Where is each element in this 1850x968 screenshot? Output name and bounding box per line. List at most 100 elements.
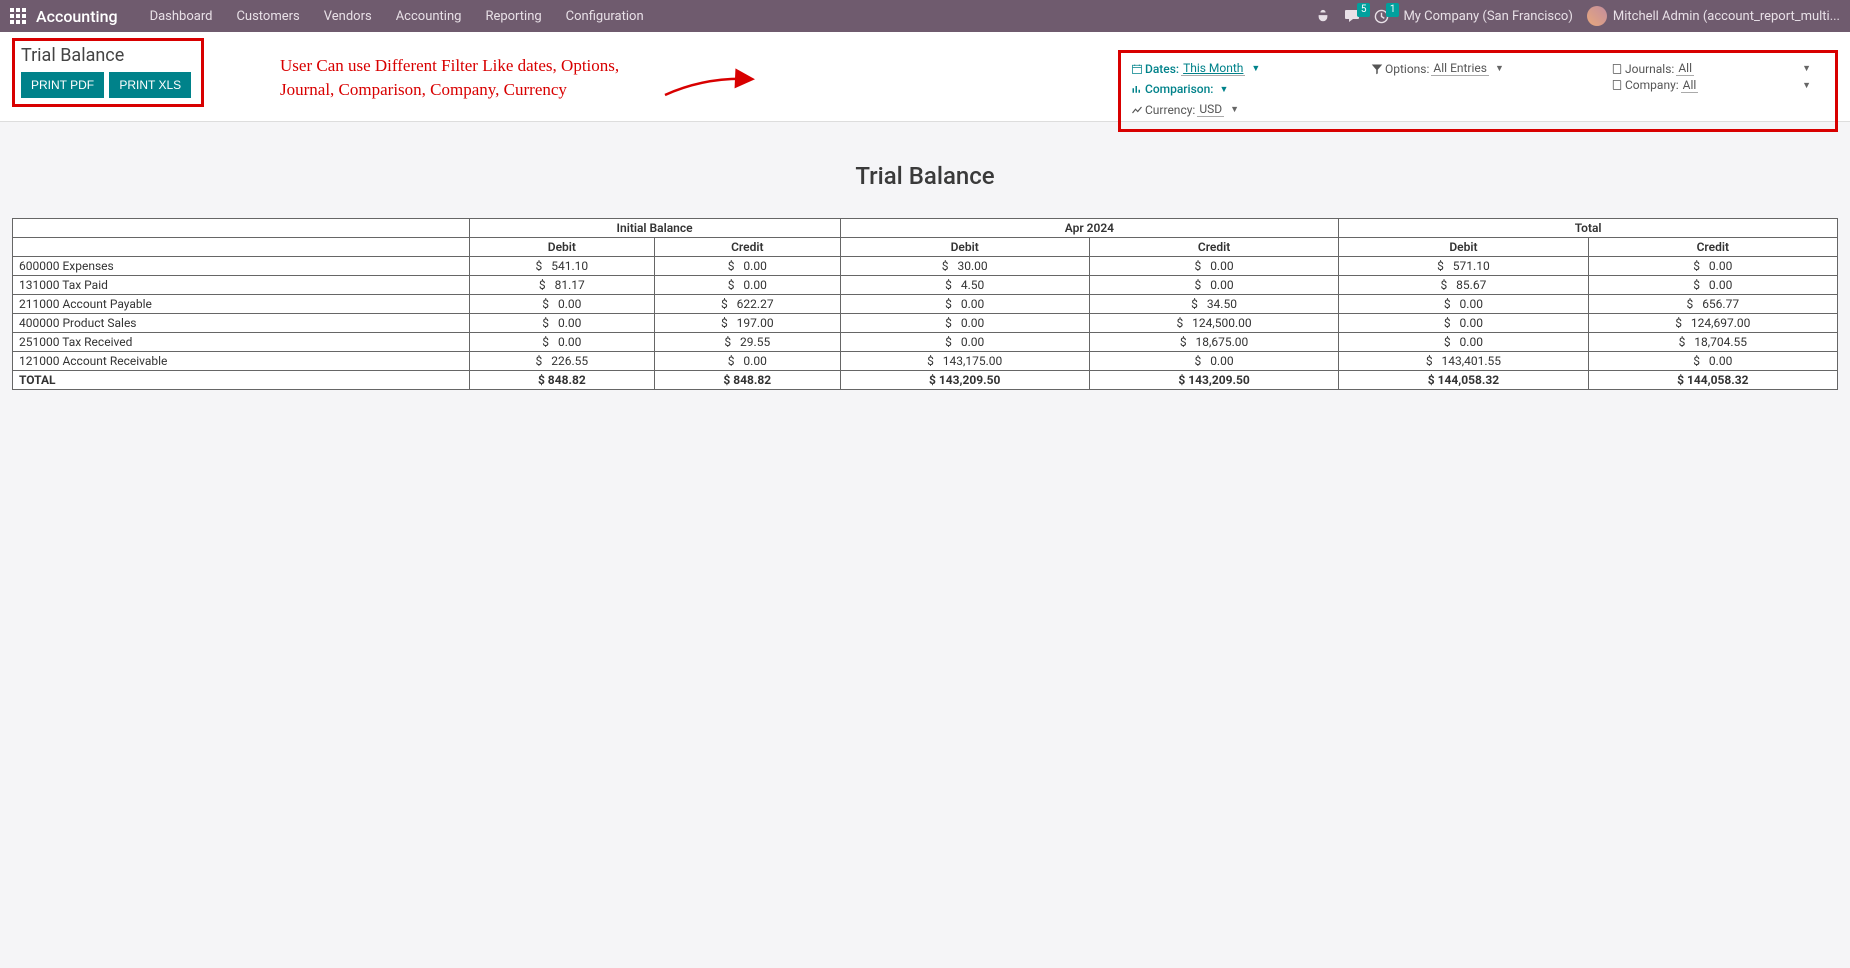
caret-down-icon: ▼ (1251, 63, 1260, 74)
table-cell: $ 124,697.00 (1588, 314, 1837, 333)
table-cell: $ 81.17 (469, 276, 654, 295)
table-cell: $ 143,401.55 (1339, 352, 1588, 371)
filter-company-value: All (1681, 78, 1699, 93)
sub-header-debit1: Debit (469, 238, 654, 257)
activity-icon[interactable]: 1 (1374, 9, 1389, 24)
book-icon (1611, 63, 1623, 75)
menu-customers[interactable]: Customers (224, 9, 311, 24)
filter-currency-value: USD (1197, 102, 1224, 117)
sub-header-empty (13, 238, 470, 257)
table-row: 600000 Expenses$ 541.10$ 0.00$ 30.00$ 0.… (13, 257, 1838, 276)
total-cell: $ 143,209.50 (1089, 371, 1338, 390)
table-cell: $ 0.00 (469, 314, 654, 333)
bug-icon[interactable] (1316, 9, 1330, 23)
print-xls-button[interactable]: PRINT XLS (109, 72, 191, 98)
table-cell: $ 656.77 (1588, 295, 1837, 314)
table-cell: $ 30.00 (840, 257, 1089, 276)
account-cell: 600000 Expenses (13, 257, 470, 276)
table-row: 131000 Tax Paid$ 81.17$ 0.00$ 4.50$ 0.00… (13, 276, 1838, 295)
activity-badge: 1 (1386, 3, 1400, 17)
app-brand[interactable]: Accounting (36, 7, 118, 26)
table-cell: $ 0.00 (1339, 314, 1588, 333)
filters-panel: Dates: This Month ▼ Options: All Entries… (1118, 50, 1838, 132)
table-cell: $ 541.10 (469, 257, 654, 276)
report-title: Trial Balance (12, 162, 1838, 190)
account-cell: 211000 Account Payable (13, 295, 470, 314)
table-cell: $ 0.00 (655, 352, 840, 371)
filter-comparison-label: Comparison: (1145, 82, 1213, 96)
filter-company-label: Company: (1625, 78, 1679, 92)
apps-icon[interactable] (10, 8, 26, 24)
menu-accounting[interactable]: Accounting (384, 9, 474, 24)
control-panel: Trial Balance PRINT PDF PRINT XLS User C… (0, 32, 1850, 122)
filter-currency-label: Currency: (1145, 103, 1195, 117)
bar-chart-icon (1131, 83, 1143, 95)
caret-down-icon: ▼ (1230, 104, 1239, 115)
discuss-badge: 5 (1357, 3, 1371, 17)
filter-options-value: All Entries (1431, 61, 1489, 76)
trial-balance-table: Initial Balance Apr 2024 Total Debit Cre… (12, 218, 1838, 390)
account-cell: 400000 Product Sales (13, 314, 470, 333)
table-cell: $ 0.00 (655, 257, 840, 276)
account-cell: 131000 Tax Paid (13, 276, 470, 295)
table-cell: $ 124,500.00 (1089, 314, 1338, 333)
table-cell: $ 0.00 (1089, 276, 1338, 295)
table-cell: $ 0.00 (1588, 352, 1837, 371)
filter-currency[interactable]: Currency: USD ▼ (1131, 102, 1371, 117)
caret-down-icon: ▼ (1495, 63, 1504, 74)
table-cell: $ 0.00 (655, 276, 840, 295)
filter-icon (1371, 63, 1383, 75)
sub-header-credit3: Credit (1588, 238, 1837, 257)
table-cell: $ 0.00 (840, 295, 1089, 314)
topbar-left: Accounting Dashboard Customers Vendors A… (0, 7, 656, 26)
filter-dates-value: This Month (1181, 61, 1245, 76)
table-cell: $ 622.27 (655, 295, 840, 314)
group-header-total: Total (1339, 219, 1838, 238)
total-cell: $ 848.82 (655, 371, 840, 390)
filter-dates[interactable]: Dates: This Month ▼ (1131, 61, 1371, 76)
table-cell: $ 0.00 (1089, 257, 1338, 276)
company-switcher[interactable]: My Company (San Francisco) (1403, 9, 1572, 24)
annotation-line2: Journal, Comparison, Company, Currency (280, 78, 619, 102)
report-area: Trial Balance Initial Balance Apr 2024 T… (0, 122, 1850, 410)
table-row: 251000 Tax Received$ 0.00$ 29.55$ 0.00$ … (13, 333, 1838, 352)
group-header-period: Apr 2024 (840, 219, 1339, 238)
table-cell: $ 4.50 (840, 276, 1089, 295)
user-name: Mitchell Admin (account_report_multi... (1613, 9, 1840, 24)
filter-company[interactable]: Company: All ▼ (1611, 74, 1811, 96)
filter-options[interactable]: Options: All Entries ▼ (1371, 61, 1611, 76)
table-cell: $ 197.00 (655, 314, 840, 333)
user-menu[interactable]: Mitchell Admin (account_report_multi... (1587, 6, 1840, 26)
menu-dashboard[interactable]: Dashboard (138, 9, 225, 24)
table-cell: $ 18,675.00 (1089, 333, 1338, 352)
total-cell: $ 144,058.32 (1588, 371, 1837, 390)
group-header-empty (13, 219, 470, 238)
total-label: TOTAL (13, 371, 470, 390)
caret-down-icon: ▼ (1802, 63, 1811, 74)
table-cell: $ 226.55 (469, 352, 654, 371)
title-block: Trial Balance PRINT PDF PRINT XLS (12, 38, 204, 107)
table-cell: $ 0.00 (840, 314, 1089, 333)
discuss-icon[interactable]: 5 (1344, 9, 1360, 23)
group-header-initial: Initial Balance (469, 219, 840, 238)
filter-comparison[interactable]: Comparison: ▼ (1131, 82, 1371, 96)
table-cell: $ 571.10 (1339, 257, 1588, 276)
table-cell: $ 34.50 (1089, 295, 1338, 314)
table-row: 121000 Account Receivable$ 226.55$ 0.00$… (13, 352, 1838, 371)
total-row: TOTAL$ 848.82$ 848.82$ 143,209.50$ 143,2… (13, 371, 1838, 390)
print-pdf-button[interactable]: PRINT PDF (21, 72, 104, 98)
menu-reporting[interactable]: Reporting (473, 9, 553, 24)
account-cell: 251000 Tax Received (13, 333, 470, 352)
total-cell: $ 144,058.32 (1339, 371, 1588, 390)
group-header-row: Initial Balance Apr 2024 Total (13, 219, 1838, 238)
menu-configuration[interactable]: Configuration (554, 9, 656, 24)
menu-vendors[interactable]: Vendors (312, 9, 384, 24)
table-cell: $ 0.00 (1339, 333, 1588, 352)
sub-header-credit2: Credit (1089, 238, 1338, 257)
table-row: 400000 Product Sales$ 0.00$ 197.00$ 0.00… (13, 314, 1838, 333)
table-cell: $ 0.00 (840, 333, 1089, 352)
account-cell: 121000 Account Receivable (13, 352, 470, 371)
table-cell: $ 29.55 (655, 333, 840, 352)
table-cell: $ 0.00 (469, 333, 654, 352)
top-menu-bar: Accounting Dashboard Customers Vendors A… (0, 0, 1850, 32)
